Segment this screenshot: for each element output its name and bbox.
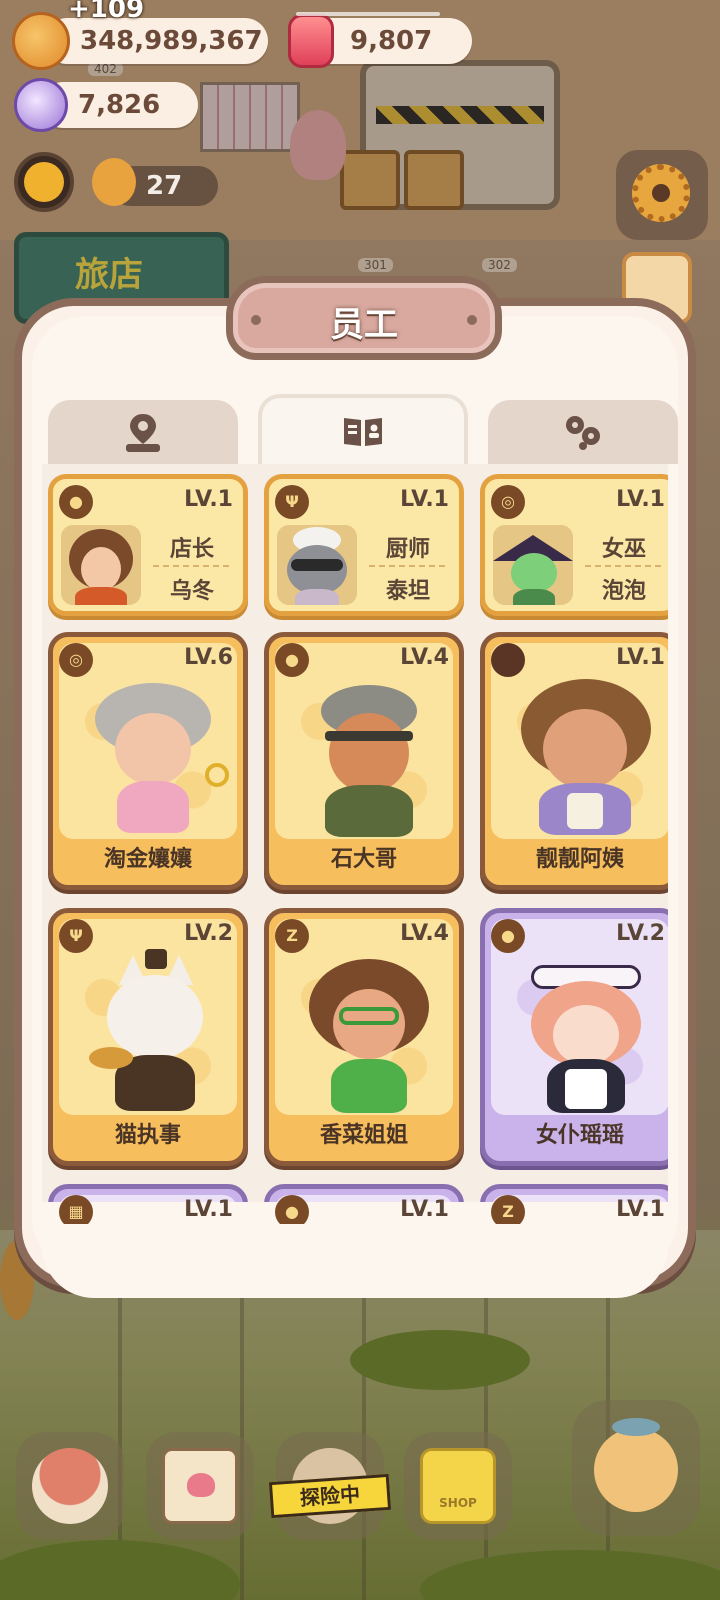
staff-list[interactable]: ● LV.1 店长 乌冬 Ψ LV.1 厨师 泰坦 ◎ LV.1 女巫 泡泡 ◎… — [42, 464, 668, 1224]
z-icon: Z — [275, 919, 309, 953]
level-label: LV.1 — [616, 645, 665, 670]
progress-line — [296, 12, 440, 16]
bread-icon: ● — [275, 1195, 309, 1224]
fish-icon — [612, 1418, 660, 1436]
notebook-button[interactable] — [146, 1432, 254, 1540]
sun-icon — [24, 162, 64, 202]
modal-body: ● LV.1 店长 乌冬 Ψ LV.1 厨师 泰坦 ◎ LV.1 女巫 泡泡 ◎… — [32, 316, 678, 1298]
mushroom-house-icon — [32, 1448, 108, 1524]
pot-icon: ◎ — [59, 643, 93, 677]
staff-name: 女仆瑶瑶 — [535, 1123, 624, 1148]
crystal-icon — [14, 78, 68, 132]
portrait-manager — [61, 525, 141, 605]
shopping-bag-icon — [420, 1448, 496, 1524]
fork-knife-icon: Ψ — [275, 485, 309, 519]
staff-card[interactable]: ● LV.2 女仆瑶瑶 — [480, 908, 668, 1166]
level-label: LV.1 — [400, 487, 449, 512]
z-icon: Z — [491, 1195, 525, 1224]
staff-modal: ● LV.1 店长 乌冬 Ψ LV.1 厨师 泰坦 ◎ LV.1 女巫 泡泡 ◎… — [14, 276, 696, 1298]
staff-name: 乌冬 — [169, 579, 214, 604]
level-label: LV.1 — [400, 1197, 449, 1222]
shop-bag-label: SHOP — [439, 1496, 477, 1510]
home-button[interactable] — [16, 1432, 124, 1540]
role-card-manager[interactable]: ● LV.1 店长 乌冬 — [48, 474, 248, 616]
level-count: 27 — [146, 171, 183, 201]
staff-name: 靓靓阿姨 — [535, 847, 624, 872]
level-label: LV.2 — [184, 921, 233, 946]
portrait-chef — [277, 525, 357, 605]
brown-dot-icon: ● — [491, 643, 525, 677]
level-label: LV.1 — [184, 487, 233, 512]
title-plate: 员工 — [226, 276, 502, 360]
paw-icon — [566, 416, 600, 450]
role-title: 店长 — [169, 537, 214, 562]
divider — [369, 565, 445, 567]
crystal-amount: 7,826 — [78, 90, 161, 120]
coin-amount: 348,989,367 — [80, 26, 263, 56]
level-label: LV.4 — [400, 645, 449, 670]
staff-card[interactable]: ◎ LV.6 淘金孃孃 — [48, 632, 248, 890]
alarm-character-icon — [594, 1428, 678, 1512]
role-title: 厨师 — [385, 537, 430, 562]
special-character-button[interactable] — [572, 1400, 700, 1536]
tab-handbook[interactable] — [258, 394, 468, 466]
staff-name: 猫执事 — [114, 1123, 181, 1148]
role-card-witch[interactable]: ◎ LV.1 女巫 泡泡 — [480, 474, 668, 616]
location-pin-icon — [126, 414, 160, 452]
level-label: LV.2 — [616, 921, 665, 946]
staff-name: 泡泡 — [601, 579, 646, 604]
list-footer — [42, 1202, 668, 1298]
level-label: LV.1 — [184, 1197, 233, 1222]
gem-amount: 9,807 — [350, 26, 433, 56]
divider — [153, 565, 229, 567]
level-label: LV.1 — [616, 487, 665, 512]
cookie-face-icon — [92, 158, 136, 206]
book-icon — [344, 418, 382, 446]
cookie-coin-icon — [12, 12, 70, 70]
modal-title: 员工 — [330, 305, 398, 345]
staff-name: 淘金孃孃 — [103, 847, 192, 872]
tab-location[interactable] — [48, 400, 238, 464]
staff-card[interactable]: Z LV.4 香菜姐姐 — [264, 908, 464, 1166]
bread-icon: ● — [491, 919, 525, 953]
staff-card[interactable]: ● LV.4 石大哥 — [264, 632, 464, 890]
settings-button[interactable] — [616, 150, 708, 240]
level-label: LV.1 — [616, 1197, 665, 1222]
role-card-chef[interactable]: Ψ LV.1 厨师 泰坦 — [264, 474, 464, 616]
staff-name: 香菜姐姐 — [319, 1123, 408, 1148]
portrait-witch — [493, 525, 573, 605]
level-label: LV.4 — [400, 921, 449, 946]
fork-knife-icon: Ψ — [59, 919, 93, 953]
jelly-gem-icon — [288, 14, 334, 68]
gear-icon — [632, 164, 690, 222]
shop-button[interactable] — [404, 1432, 512, 1540]
role-title: 女巫 — [601, 537, 646, 562]
level-label: LV.6 — [184, 645, 233, 670]
divider — [585, 565, 661, 567]
staff-name: 泰坦 — [385, 579, 430, 604]
staff-name: 石大哥 — [330, 847, 397, 872]
tab-pets[interactable] — [488, 400, 678, 464]
clapper-icon: ▦ — [59, 1195, 93, 1224]
coin-gain: +109 — [68, 0, 145, 24]
notebook-heart-icon — [162, 1448, 238, 1524]
staff-card[interactable]: ● LV.1 靓靓阿姨 — [480, 632, 668, 890]
bread-icon: ● — [59, 485, 93, 519]
pot-icon: ◎ — [491, 485, 525, 519]
staff-card[interactable]: Ψ LV.2 猫执事 — [48, 908, 248, 1166]
bread-icon: ● — [275, 643, 309, 677]
